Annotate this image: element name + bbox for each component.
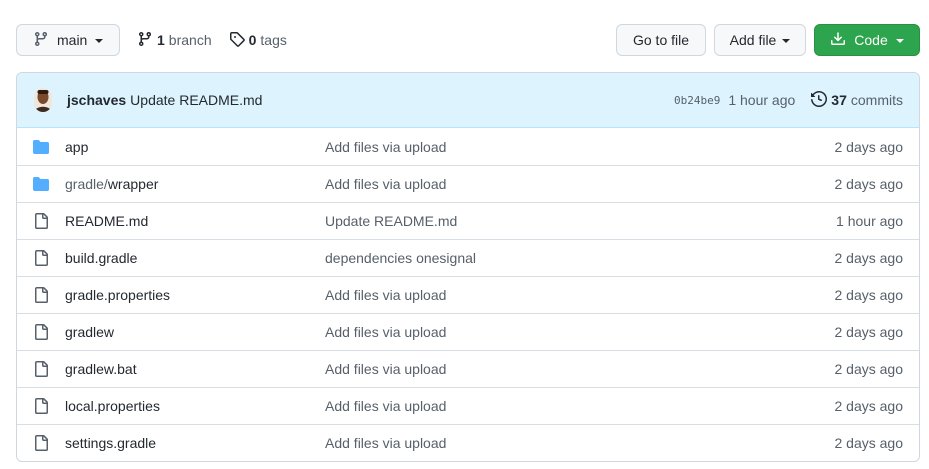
file-row[interactable]: settings.gradle Add files via upload 2 day… [17, 424, 919, 461]
branch-label: branch [168, 32, 212, 48]
file-commit-time: 2 days ago [834, 361, 904, 377]
commit-time[interactable]: 1 hour ago [728, 92, 795, 108]
commit-message[interactable]: Update README.md [130, 92, 262, 108]
tag-label: tags [260, 32, 287, 48]
file-row[interactable]: build.gradle dependencies onesignal 2 days… [17, 239, 919, 276]
file-name-link[interactable]: gradlew.bat [65, 361, 325, 377]
file-row[interactable]: README.md Update README.md 1 hour ago [17, 202, 919, 239]
repo-toolbar: main 1 branch 0 tags Go to file Add file… [16, 24, 920, 56]
git-branch-icon [137, 31, 153, 50]
file-browser: jschaves Update README.md 0b24be9 1 hour… [16, 72, 920, 462]
file-commit-message[interactable]: Add files via upload [325, 324, 835, 340]
tags-link[interactable]: 0 tags [229, 31, 287, 50]
add-file-label: Add file [729, 32, 777, 48]
commit-author[interactable]: jschaves [67, 92, 126, 108]
file-name-link[interactable]: app [65, 139, 325, 155]
branches-link[interactable]: 1 branch [137, 31, 212, 50]
tag-count: 0 [248, 32, 257, 48]
file-commit-time: 1 hour ago [836, 213, 903, 229]
branch-select-button[interactable]: main [16, 24, 120, 56]
commits-history-link[interactable]: 37 commits [811, 90, 903, 110]
go-to-file-label: Go to file [632, 32, 690, 48]
code-button[interactable]: Code [814, 24, 920, 56]
file-name: gradlew [65, 324, 115, 340]
file-row[interactable]: gradlew.bat Add files via upload 2 days ag… [17, 350, 919, 387]
file-name-link[interactable]: gradle.properties [65, 287, 325, 303]
file-row[interactable]: gradlew Add files via upload 2 days ago [17, 313, 919, 350]
go-to-file-button[interactable]: Go to file [616, 24, 706, 56]
file-name-link[interactable]: README.md [65, 213, 325, 229]
file-commit-message[interactable]: Add files via upload [325, 176, 835, 192]
file-commit-message[interactable]: Update README.md [325, 213, 836, 229]
avatar[interactable] [34, 88, 52, 112]
file-row[interactable]: local.properties Add files via upload 2 da… [17, 387, 919, 424]
file-icon [33, 435, 49, 451]
file-commit-time: 2 days ago [834, 435, 904, 451]
file-icon [33, 287, 49, 303]
file-name-link[interactable]: local.properties [65, 398, 325, 414]
add-file-button[interactable]: Add file [714, 24, 806, 56]
chevron-down-icon [895, 38, 904, 43]
tag-icon [229, 31, 245, 50]
chevron-down-icon [95, 38, 104, 43]
history-icon [811, 90, 828, 110]
file-name: local.properties [65, 398, 160, 414]
folder-icon [33, 139, 49, 155]
file-commit-message[interactable]: Add files via upload [325, 361, 835, 377]
commits-label: commits [850, 92, 903, 108]
file-name-link[interactable]: settings.gradle [65, 435, 325, 451]
file-commit-message[interactable]: Add files via upload [325, 139, 835, 155]
file-name: README.md [65, 213, 149, 229]
file-name-link[interactable]: gradlew [65, 324, 325, 340]
file-name-link[interactable]: build.gradle [65, 250, 325, 266]
file-name-suffix: wrapper [107, 176, 159, 192]
file-icon [33, 361, 49, 377]
code-label: Code [854, 32, 888, 48]
file-commit-message[interactable]: dependencies onesignal [325, 250, 835, 266]
file-name-link[interactable]: gradle/wrapper [65, 176, 325, 192]
file-commit-message[interactable]: Add files via upload [325, 435, 835, 451]
latest-commit-bar: jschaves Update README.md 0b24be9 1 hour… [17, 73, 919, 128]
file-row[interactable]: app Add files via upload 2 days ago [17, 128, 919, 165]
file-row[interactable]: gradle/wrapper Add files via upload 2 days… [17, 165, 919, 202]
file-name: build.gradle [65, 250, 138, 266]
file-commit-time: 2 days ago [834, 176, 904, 192]
download-icon [830, 31, 846, 50]
file-commit-time: 2 days ago [834, 138, 904, 155]
file-icon [33, 250, 49, 266]
branch-count: 1 [157, 32, 165, 48]
file-commit-time: 2 days ago [834, 250, 904, 266]
file-commit-time: 2 days ago [834, 398, 904, 414]
file-name: gradlew.bat [65, 361, 137, 377]
file-name: gradle/ [65, 176, 108, 192]
commit-count: 37 [831, 92, 847, 108]
file-commit-time: 2 days ago [834, 324, 904, 340]
file-icon [33, 398, 49, 414]
file-icon [33, 324, 49, 340]
branch-name: main [57, 32, 88, 48]
file-icon [33, 213, 49, 229]
file-list: app Add files via upload 2 days ago gradle/… [17, 128, 919, 461]
chevron-down-icon [782, 38, 791, 43]
file-row[interactable]: gradle.properties Add files via upload 2 d… [17, 276, 919, 313]
file-commit-message[interactable]: Add files via upload [325, 398, 835, 414]
commit-sha[interactable]: 0b24be9 [674, 94, 720, 107]
file-commit-time: 2 days ago [834, 287, 904, 303]
file-name: settings.gradle [65, 435, 157, 451]
folder-icon [33, 176, 49, 192]
file-name: app [65, 138, 89, 155]
git-branch-icon [33, 31, 49, 50]
file-commit-message[interactable]: Add files via upload [325, 287, 835, 303]
file-name: gradle.properties [65, 287, 171, 303]
